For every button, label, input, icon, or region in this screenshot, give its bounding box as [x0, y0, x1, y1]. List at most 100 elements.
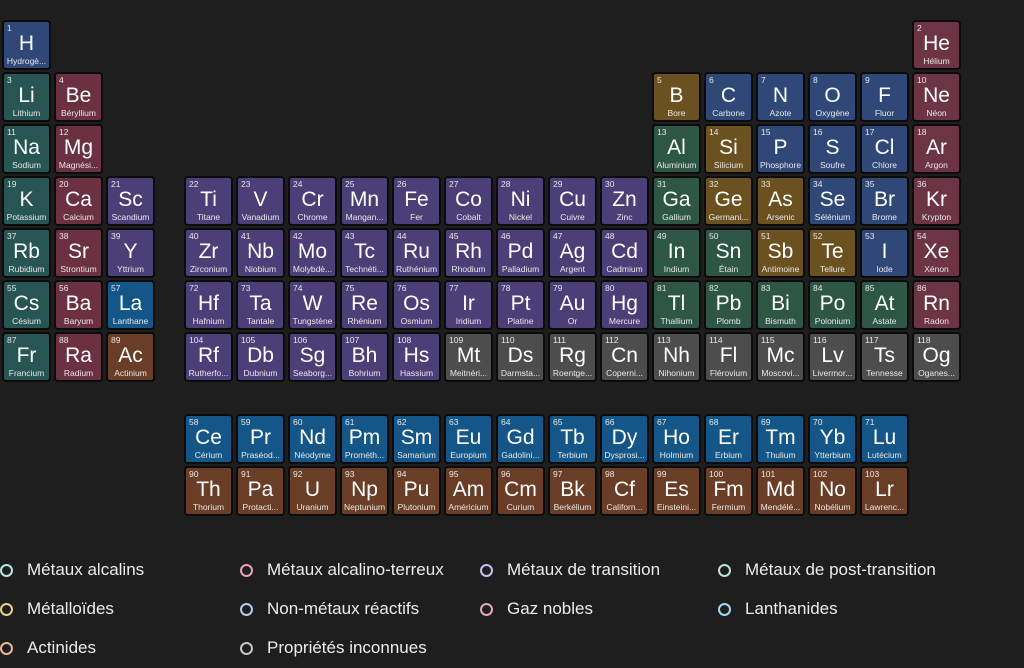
element-tile-te[interactable]: 52 Te Tellure	[808, 228, 857, 278]
element-tile-rb[interactable]: 37 Rb Rubidium	[2, 228, 51, 278]
element-tile-lv[interactable]: 116 Lv Livermor...	[808, 332, 857, 382]
element-tile-s[interactable]: 16 S Soufre	[808, 124, 857, 174]
element-tile-br[interactable]: 35 Br Brome	[860, 176, 909, 226]
element-tile-nd[interactable]: 60 Nd Néodyme	[288, 414, 337, 464]
element-tile-o[interactable]: 8 O Oxygène	[808, 72, 857, 122]
element-tile-lu[interactable]: 71 Lu Lutécium	[860, 414, 909, 464]
legend-item-post[interactable]: Métaux de post-transition	[718, 559, 936, 581]
element-tile-nh[interactable]: 113 Nh Nihonium	[652, 332, 701, 382]
element-tile-w[interactable]: 74 W Tungstène	[288, 280, 337, 330]
element-tile-fm[interactable]: 100 Fm Fermium	[704, 466, 753, 516]
element-tile-pb[interactable]: 82 Pb Plomb	[704, 280, 753, 330]
element-tile-mo[interactable]: 42 Mo Molybdè...	[288, 228, 337, 278]
element-tile-ca[interactable]: 20 Ca Calcium	[54, 176, 103, 226]
element-tile-y[interactable]: 39 Y Yttrium	[106, 228, 155, 278]
element-tile-sg[interactable]: 106 Sg Seaborg...	[288, 332, 337, 382]
element-tile-al[interactable]: 13 Al Aluminium	[652, 124, 701, 174]
element-tile-bk[interactable]: 97 Bk Berkélium	[548, 466, 597, 516]
element-tile-ir[interactable]: 77 Ir Iridium	[444, 280, 493, 330]
element-tile-h[interactable]: 1 H Hydrogè...	[2, 20, 51, 70]
element-tile-no[interactable]: 102 No Nobélium	[808, 466, 857, 516]
element-tile-mt[interactable]: 109 Mt Meitnéri...	[444, 332, 493, 382]
element-tile-co[interactable]: 27 Co Cobalt	[444, 176, 493, 226]
element-tile-at[interactable]: 85 At Astate	[860, 280, 909, 330]
element-tile-se[interactable]: 34 Se Sélénium	[808, 176, 857, 226]
element-tile-cr[interactable]: 24 Cr Chrome	[288, 176, 337, 226]
element-tile-bi[interactable]: 83 Bi Bismuth	[756, 280, 805, 330]
element-tile-gd[interactable]: 64 Gd Gadolini...	[496, 414, 545, 464]
element-tile-cf[interactable]: 98 Cf Californ...	[600, 466, 649, 516]
element-tile-sc[interactable]: 21 Sc Scandium	[106, 176, 155, 226]
element-tile-sm[interactable]: 62 Sm Samarium	[392, 414, 441, 464]
element-tile-pu[interactable]: 94 Pu Plutonium	[392, 466, 441, 516]
element-tile-db[interactable]: 105 Db Dubnium	[236, 332, 285, 382]
element-tile-c[interactable]: 6 C Carbone	[704, 72, 753, 122]
legend-item-actinide[interactable]: Actinides	[0, 637, 96, 659]
element-tile-i[interactable]: 53 I Iode	[860, 228, 909, 278]
element-tile-ar[interactable]: 18 Ar Argon	[912, 124, 961, 174]
element-tile-pd[interactable]: 46 Pd Palladium	[496, 228, 545, 278]
element-tile-ga[interactable]: 31 Ga Gallium	[652, 176, 701, 226]
element-tile-rf[interactable]: 104 Rf Rutherfo...	[184, 332, 233, 382]
element-tile-ho[interactable]: 67 Ho Holmium	[652, 414, 701, 464]
element-tile-pt[interactable]: 78 Pt Platine	[496, 280, 545, 330]
element-tile-ru[interactable]: 44 Ru Ruthénium	[392, 228, 441, 278]
element-tile-as[interactable]: 33 As Arsenic	[756, 176, 805, 226]
element-tile-b[interactable]: 5 B Bore	[652, 72, 701, 122]
element-tile-ra[interactable]: 88 Ra Radium	[54, 332, 103, 382]
element-tile-mg[interactable]: 12 Mg Magnési...	[54, 124, 103, 174]
element-tile-md[interactable]: 101 Md Mendélé...	[756, 466, 805, 516]
element-tile-es[interactable]: 99 Es Einsteini...	[652, 466, 701, 516]
element-tile-eu[interactable]: 63 Eu Europium	[444, 414, 493, 464]
element-tile-tb[interactable]: 65 Tb Terbium	[548, 414, 597, 464]
element-tile-ce[interactable]: 58 Ce Cérium	[184, 414, 233, 464]
element-tile-cn[interactable]: 112 Cn Coperni...	[600, 332, 649, 382]
element-tile-dy[interactable]: 66 Dy Dysprosi...	[600, 414, 649, 464]
element-tile-na[interactable]: 11 Na Sodium	[2, 124, 51, 174]
element-tile-nb[interactable]: 41 Nb Niobium	[236, 228, 285, 278]
element-tile-si[interactable]: 14 Si Silicium	[704, 124, 753, 174]
element-tile-sb[interactable]: 51 Sb Antimoine	[756, 228, 805, 278]
element-tile-yb[interactable]: 70 Yb Ytterbium	[808, 414, 857, 464]
element-tile-cs[interactable]: 55 Cs Césium	[2, 280, 51, 330]
element-tile-er[interactable]: 68 Er Erbium	[704, 414, 753, 464]
element-tile-he[interactable]: 2 He Hélium	[912, 20, 961, 70]
element-tile-ac[interactable]: 89 Ac Actinium	[106, 332, 155, 382]
element-tile-ne[interactable]: 10 Ne Néon	[912, 72, 961, 122]
element-tile-xe[interactable]: 54 Xe Xénon	[912, 228, 961, 278]
element-tile-hg[interactable]: 80 Hg Mercure	[600, 280, 649, 330]
element-tile-og[interactable]: 118 Og Oganes...	[912, 332, 961, 382]
legend-item-unknown[interactable]: Propriétés inconnues	[240, 637, 427, 659]
element-tile-pa[interactable]: 91 Pa Protacti...	[236, 466, 285, 516]
legend-item-transition[interactable]: Métaux de transition	[480, 559, 660, 581]
element-tile-ba[interactable]: 56 Ba Baryum	[54, 280, 103, 330]
element-tile-ni[interactable]: 28 Ni Nickel	[496, 176, 545, 226]
element-tile-la[interactable]: 57 La Lanthane	[106, 280, 155, 330]
element-tile-in[interactable]: 49 In Indium	[652, 228, 701, 278]
element-tile-cd[interactable]: 48 Cd Cadmium	[600, 228, 649, 278]
element-tile-lr[interactable]: 103 Lr Lawrenc...	[860, 466, 909, 516]
element-tile-am[interactable]: 95 Am Américium	[444, 466, 493, 516]
element-tile-ag[interactable]: 47 Ag Argent	[548, 228, 597, 278]
element-tile-hf[interactable]: 72 Hf Hafnium	[184, 280, 233, 330]
element-tile-k[interactable]: 19 K Potassium	[2, 176, 51, 226]
element-tile-re[interactable]: 75 Re Rhénium	[340, 280, 389, 330]
element-tile-th[interactable]: 90 Th Thorium	[184, 466, 233, 516]
element-tile-ds[interactable]: 110 Ds Darmsta...	[496, 332, 545, 382]
element-tile-n[interactable]: 7 N Azote	[756, 72, 805, 122]
element-tile-kr[interactable]: 36 Kr Krypton	[912, 176, 961, 226]
element-tile-cm[interactable]: 96 Cm Curium	[496, 466, 545, 516]
element-tile-pr[interactable]: 59 Pr Praséod...	[236, 414, 285, 464]
element-tile-ta[interactable]: 73 Ta Tantale	[236, 280, 285, 330]
element-tile-be[interactable]: 4 Be Béryllium	[54, 72, 103, 122]
element-tile-f[interactable]: 9 F Fluor	[860, 72, 909, 122]
element-tile-zn[interactable]: 30 Zn Zinc	[600, 176, 649, 226]
element-tile-p[interactable]: 15 P Phosphore	[756, 124, 805, 174]
element-tile-mn[interactable]: 25 Mn Mangan...	[340, 176, 389, 226]
element-tile-os[interactable]: 76 Os Osmium	[392, 280, 441, 330]
element-tile-u[interactable]: 92 U Uranium	[288, 466, 337, 516]
element-tile-au[interactable]: 79 Au Or	[548, 280, 597, 330]
element-tile-fe[interactable]: 26 Fe Fer	[392, 176, 441, 226]
element-tile-fr[interactable]: 87 Fr Francium	[2, 332, 51, 382]
element-tile-zr[interactable]: 40 Zr Zirconium	[184, 228, 233, 278]
